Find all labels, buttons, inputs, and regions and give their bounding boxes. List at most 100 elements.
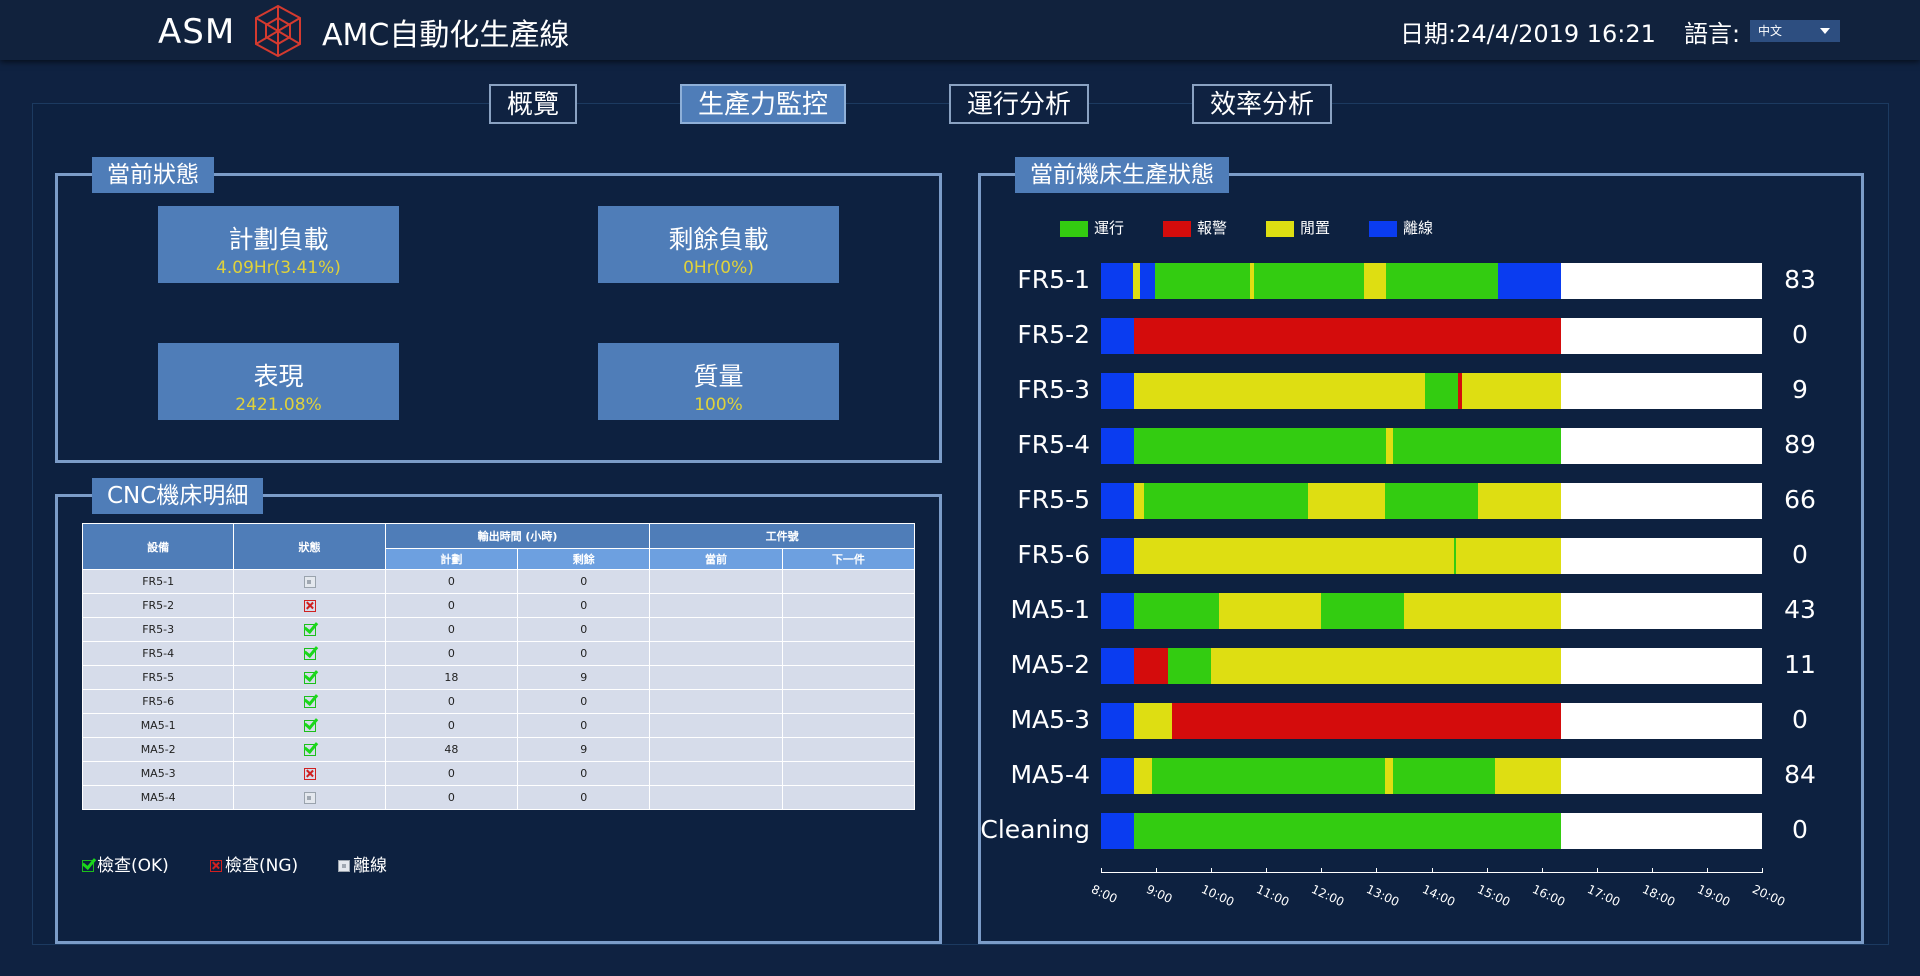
gantt-segment-idle bbox=[1132, 263, 1140, 299]
cell-current bbox=[649, 641, 783, 666]
machine-status-title: 當前機床生產狀態 bbox=[1015, 157, 1229, 193]
gantt-segment-idle bbox=[1134, 758, 1152, 794]
app-title: AMC自動化生產線 bbox=[322, 18, 570, 53]
cell-status bbox=[233, 761, 386, 786]
gantt-segment-idle bbox=[1384, 758, 1393, 794]
gantt-segment-run bbox=[1168, 648, 1212, 684]
cell-plan: 0 bbox=[384, 785, 519, 810]
cell-current bbox=[649, 689, 783, 714]
gantt-segment-run bbox=[1143, 483, 1308, 519]
gantt-row-bar bbox=[1101, 483, 1762, 519]
gantt-row-bar bbox=[1101, 813, 1762, 849]
gantt-row-bar bbox=[1101, 703, 1762, 739]
cell-equipment: FR5-6 bbox=[81, 689, 235, 714]
legend-run-label: 運行 bbox=[1094, 219, 1125, 237]
cell-status bbox=[233, 641, 386, 666]
table-row: FR5-6 0 0 bbox=[81, 689, 916, 714]
gantt-row-label: FR5-4 bbox=[1017, 430, 1090, 459]
col-output-time: 輸出時間 (小時) bbox=[384, 523, 651, 549]
cell-plan: 48 bbox=[384, 737, 519, 762]
cell-equipment: MA5-2 bbox=[81, 737, 235, 762]
gantt-segment-alarm bbox=[1134, 318, 1561, 354]
gantt-row-count: 89 bbox=[1784, 430, 1816, 459]
tab-productivity-monitor[interactable]: 生產力監控 bbox=[680, 84, 846, 124]
offline-icon bbox=[338, 860, 350, 872]
cell-remain: 9 bbox=[517, 737, 651, 762]
cell-plan: 0 bbox=[384, 641, 519, 666]
gantt-row-bar bbox=[1101, 318, 1762, 354]
gantt-segment-run bbox=[1254, 263, 1365, 299]
gantt-segment-offline bbox=[1101, 593, 1135, 629]
gantt-row-count: 9 bbox=[1792, 375, 1808, 404]
gantt-segment-run bbox=[1384, 483, 1479, 519]
chevron-down-icon bbox=[1820, 28, 1830, 34]
cnc-detail-table: 設備 狀態 輸出時間 (小時) 工件號 計劃 剩餘 當前 下一件 FR5-1 0 0… bbox=[81, 523, 916, 810]
legend-swatch bbox=[1266, 220, 1294, 237]
cell-current bbox=[649, 617, 783, 642]
gantt-segment-offline bbox=[1101, 758, 1135, 794]
tab-operation-analysis[interactable]: 運行分析 bbox=[949, 84, 1089, 124]
tab-efficiency-analysis[interactable]: 效率分析 bbox=[1192, 84, 1332, 124]
axis-tick bbox=[1596, 868, 1598, 873]
gantt-row-label: MA5-2 bbox=[1010, 650, 1090, 679]
gantt-segment-offline bbox=[1101, 428, 1135, 464]
legend-alarm-label: 報警 bbox=[1197, 219, 1228, 237]
legend-swatch bbox=[1163, 220, 1191, 237]
gantt-row-label: FR5-5 bbox=[1017, 485, 1090, 514]
kpi-value: 100% bbox=[694, 395, 743, 415]
check-ok-icon bbox=[303, 696, 316, 708]
cell-status bbox=[233, 569, 386, 594]
gantt-row-count: 43 bbox=[1784, 595, 1816, 624]
date-time-label: 日期:24/4/2019 16:21 bbox=[1400, 20, 1656, 48]
cell-current bbox=[649, 785, 783, 810]
check-ok-icon bbox=[303, 744, 316, 756]
cell-equipment: MA5-1 bbox=[81, 713, 235, 738]
gantt-row-bar bbox=[1101, 538, 1762, 574]
status-legend-offline: 離線 bbox=[338, 851, 387, 876]
cell-current bbox=[649, 737, 783, 762]
gantt-segment-run bbox=[1386, 263, 1498, 299]
kpi-value: 2421.08% bbox=[235, 395, 322, 415]
gantt-segment-offline bbox=[1101, 703, 1135, 739]
gantt-row-bar bbox=[1101, 758, 1762, 794]
gantt-row-count: 0 bbox=[1792, 705, 1808, 734]
legend-swatch bbox=[1060, 220, 1088, 237]
tab-overview[interactable]: 概覽 bbox=[489, 84, 577, 124]
gantt-row-bar bbox=[1101, 428, 1762, 464]
cell-remain: 0 bbox=[517, 689, 651, 714]
gantt-segment-run bbox=[1424, 373, 1458, 409]
col-status: 狀態 bbox=[233, 523, 386, 570]
gantt-row-count: 11 bbox=[1784, 650, 1816, 679]
gantt-segment-run bbox=[1392, 758, 1495, 794]
kpi-label: 質量 bbox=[693, 362, 744, 391]
cell-current bbox=[649, 713, 783, 738]
gantt-segment-offline bbox=[1101, 263, 1133, 299]
gantt-segment-offline bbox=[1497, 263, 1561, 299]
gantt-segment-offline bbox=[1101, 648, 1135, 684]
table-row: MA5-3 0 0 bbox=[81, 761, 916, 786]
gantt-row-bar bbox=[1101, 648, 1762, 684]
cell-equipment: FR5-4 bbox=[81, 641, 235, 666]
gantt-segment-run bbox=[1134, 428, 1387, 464]
language-label: 語言: bbox=[1684, 20, 1741, 48]
gantt-segment-idle bbox=[1134, 703, 1172, 739]
gantt-segment-run bbox=[1134, 813, 1561, 849]
gantt-row-count: 66 bbox=[1784, 485, 1816, 514]
offline-icon bbox=[303, 576, 316, 588]
cell-equipment: MA5-3 bbox=[81, 761, 235, 786]
cell-status bbox=[233, 665, 386, 690]
gantt-row-count: 84 bbox=[1784, 760, 1816, 789]
gantt-segment-alarm bbox=[1134, 648, 1169, 684]
col-workpiece: 工件號 bbox=[649, 523, 915, 549]
table-row: FR5-3 0 0 bbox=[81, 617, 916, 642]
language-select[interactable]: 中文 bbox=[1750, 20, 1840, 42]
gantt-segment-offline bbox=[1101, 318, 1135, 354]
axis-tick bbox=[1541, 868, 1543, 873]
check-ok-icon bbox=[303, 720, 316, 732]
gantt-segment-offline bbox=[1101, 373, 1135, 409]
gantt-row-label: FR5-6 bbox=[1017, 540, 1090, 569]
cell-plan: 18 bbox=[384, 665, 519, 690]
gantt-row-label: Cleaning bbox=[980, 815, 1090, 844]
axis-tick bbox=[1266, 868, 1268, 873]
cell-status bbox=[233, 617, 386, 642]
